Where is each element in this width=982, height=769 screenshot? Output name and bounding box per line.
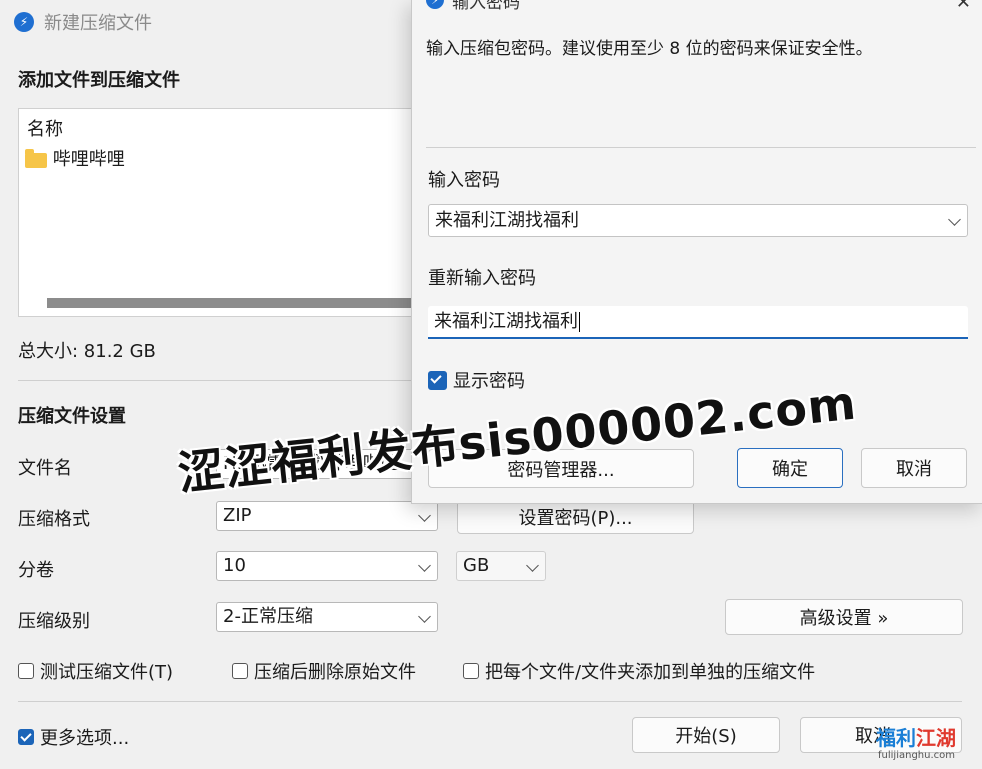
set-password-button[interactable]: 设置密码(P)... xyxy=(457,499,694,534)
logo-text-2: 江湖 xyxy=(916,726,956,750)
chevron-down-icon xyxy=(418,559,431,572)
list-header-name[interactable]: 名称 xyxy=(27,115,63,141)
logo-text-1: 福利 xyxy=(876,726,916,750)
app-icon: ⚡ xyxy=(14,12,34,32)
show-password-label: 显示密码 xyxy=(453,371,525,392)
more-options-checkbox[interactable]: 更多选项... xyxy=(18,724,129,750)
confirm-password-value: 来福利江湖找福利 xyxy=(434,311,578,332)
file-list[interactable]: 名称 哔哩哔哩 xyxy=(18,108,440,317)
site-logo: 福利江湖 fulijianghu.com xyxy=(876,720,976,766)
delete-after-checkbox[interactable]: 压缩后删除原始文件 xyxy=(232,658,416,684)
logo-text: 福利江湖 xyxy=(876,722,956,751)
window-title: 新建压缩文件 xyxy=(44,13,152,34)
checkbox-label: 压缩后删除原始文件 xyxy=(254,662,416,683)
split-value: 10 xyxy=(223,555,246,576)
dialog-cancel-button[interactable]: 取消 xyxy=(861,448,967,488)
password-input[interactable]: 来福利江湖找福利 xyxy=(428,204,968,237)
divider xyxy=(18,701,962,702)
checkbox-checked-icon[interactable] xyxy=(428,370,447,390)
format-select[interactable]: ZIP xyxy=(216,501,438,531)
dialog-description: 输入压缩包密码。建议使用至少 8 位的密码来保证安全性。 xyxy=(426,39,873,59)
confirm-password-input[interactable]: 来福利江湖找福利 xyxy=(428,306,968,339)
split-unit-value: GB xyxy=(463,555,490,576)
checkbox-icon[interactable] xyxy=(463,663,479,679)
logo-url: fulijianghu.com xyxy=(878,750,955,761)
total-size: 总大小: 81.2 GB xyxy=(18,341,156,362)
password-label: 输入密码 xyxy=(428,170,500,191)
app-icon: ⚡ xyxy=(426,0,444,9)
horizontal-scrollbar[interactable] xyxy=(47,298,439,308)
advanced-settings-button[interactable]: 高级设置 » xyxy=(725,599,963,635)
level-value: 2-正常压缩 xyxy=(223,606,313,627)
divider xyxy=(426,147,976,148)
more-options-label: 更多选项... xyxy=(40,728,130,749)
checkbox-icon[interactable] xyxy=(232,663,248,679)
list-item[interactable]: 哔哩哔哩 xyxy=(25,145,125,171)
dialog-title: 输入密码 xyxy=(452,0,520,13)
test-archive-checkbox[interactable]: 测试压缩文件(T) xyxy=(18,658,173,684)
chevron-down-icon xyxy=(418,610,431,623)
checkbox-icon[interactable] xyxy=(18,663,34,679)
chevron-down-icon xyxy=(418,509,431,522)
chevron-down-icon[interactable] xyxy=(948,213,961,226)
split-label: 分卷 xyxy=(18,560,54,581)
add-files-section-title: 添加文件到压缩文件 xyxy=(18,70,180,91)
separate-archives-checkbox[interactable]: 把每个文件/文件夹添加到单独的压缩文件 xyxy=(463,658,815,684)
format-value: ZIP xyxy=(223,505,252,526)
checkbox-label: 把每个文件/文件夹添加到单独的压缩文件 xyxy=(485,662,816,683)
title-bar: ⚡ 新建压缩文件 xyxy=(14,0,152,44)
level-select[interactable]: 2-正常压缩 xyxy=(216,602,438,632)
close-icon[interactable]: ✕ xyxy=(956,0,971,13)
folder-icon xyxy=(25,148,47,168)
level-label: 压缩级别 xyxy=(18,611,90,632)
checkbox-checked-icon[interactable] xyxy=(18,729,34,745)
split-unit-select[interactable]: GB xyxy=(456,551,546,581)
start-button[interactable]: 开始(S) xyxy=(632,717,780,753)
list-item-label: 哔哩哔哩 xyxy=(52,149,125,170)
settings-section-title: 压缩文件设置 xyxy=(18,406,126,427)
dialog-title-bar: ⚡ 输入密码 xyxy=(426,0,520,13)
ok-button[interactable]: 确定 xyxy=(737,448,843,488)
text-cursor xyxy=(579,312,580,332)
checkbox-label: 测试压缩文件(T) xyxy=(40,662,174,683)
filename-label: 文件名 xyxy=(18,458,72,479)
format-label: 压缩格式 xyxy=(18,509,90,530)
password-value: 来福利江湖找福利 xyxy=(435,210,579,231)
show-password-checkbox[interactable]: 显示密码 xyxy=(428,367,525,393)
chevron-down-icon xyxy=(526,559,539,572)
split-size-select[interactable]: 10 xyxy=(216,551,438,581)
confirm-password-label: 重新输入密码 xyxy=(428,268,536,289)
